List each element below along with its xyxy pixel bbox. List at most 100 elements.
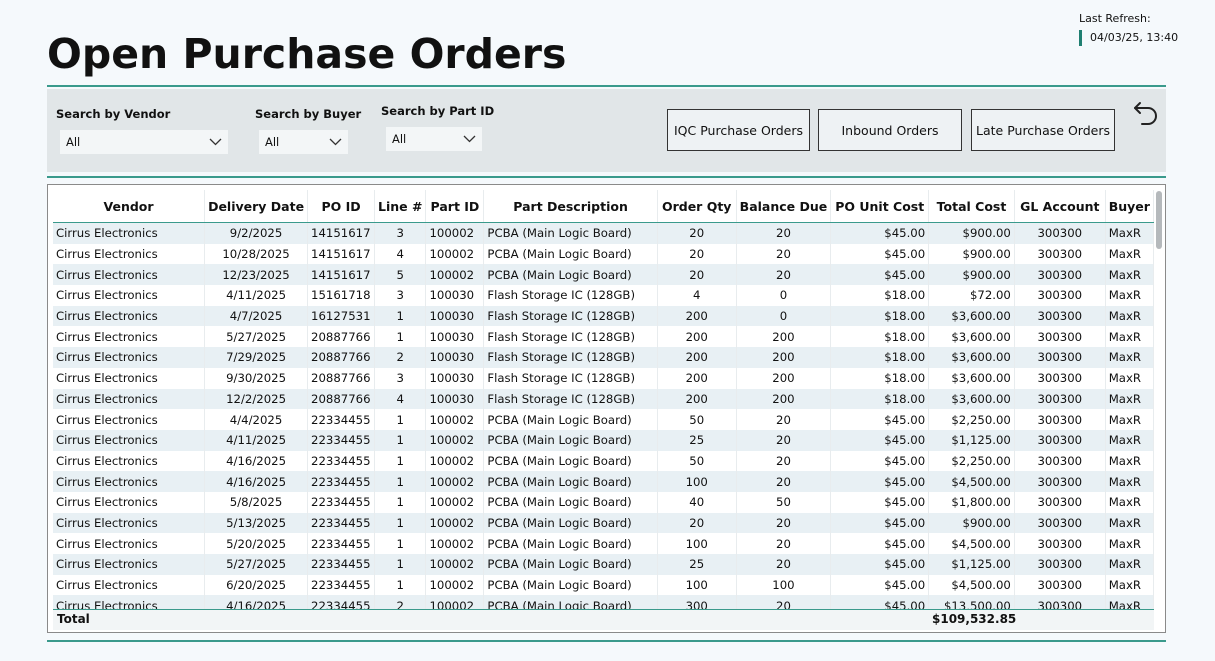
vendor-filter-select[interactable]: All xyxy=(60,130,228,154)
last-refresh-label: Last Refresh: xyxy=(1079,12,1151,25)
column-header-order-qty[interactable]: Order Qty xyxy=(657,190,737,223)
column-header-balance-due[interactable]: Balance Due xyxy=(736,190,832,223)
cell-po-unit-cost: $45.00 xyxy=(830,243,930,265)
cell-gl-account: 300300 xyxy=(1014,388,1106,410)
table-row[interactable]: Cirrus Electronics 9/30/2025 20887766 3 1000… xyxy=(53,367,1155,389)
cell-vendor: Cirrus Electronics xyxy=(53,409,206,430)
late-purchase-orders-button[interactable]: Late Purchase Orders xyxy=(971,109,1115,151)
table-row[interactable]: Cirrus Electronics 4/16/2025 22334455 1 1000… xyxy=(53,450,1155,472)
cell-part-id: 100030 xyxy=(425,347,485,368)
iqc-purchase-orders-button[interactable]: IQC Purchase Orders xyxy=(667,109,810,151)
table-row[interactable]: Cirrus Electronics 4/7/2025 16127531 1 10003… xyxy=(53,305,1155,327)
cell-part-description: PCBA (Main Logic Board) xyxy=(483,264,658,286)
cell-po-id: 22334455 xyxy=(307,409,376,430)
table-row[interactable]: Cirrus Electronics 5/8/2025 22334455 1 10000… xyxy=(53,491,1155,513)
cell-part-id: 100030 xyxy=(425,388,485,410)
table-row[interactable]: Cirrus Electronics 9/2/2025 14151617 3 10000… xyxy=(53,222,1155,244)
cell-balance-due: 20 xyxy=(736,450,832,472)
total-row: Total $109,532.85 xyxy=(53,609,1154,630)
cell-line-number: 1 xyxy=(374,409,427,430)
cell-order-qty: 50 xyxy=(657,409,737,430)
page-title: Open Purchase Orders xyxy=(47,30,567,78)
cell-po-unit-cost: $18.00 xyxy=(830,347,930,368)
vertical-scrollbar[interactable] xyxy=(1156,190,1162,604)
buyer-filter-select[interactable]: All xyxy=(259,130,348,154)
cell-gl-account: 300300 xyxy=(1014,285,1106,306)
cell-buyer: MaxR xyxy=(1105,409,1155,430)
vendor-filter-value: All xyxy=(66,135,81,149)
table-row[interactable]: Cirrus Electronics 4/4/2025 22334455 1 10000… xyxy=(53,409,1155,430)
vendor-filter-label: Search by Vendor xyxy=(56,107,171,121)
cell-part-id: 100002 xyxy=(425,222,485,244)
table-row[interactable]: Cirrus Electronics 5/27/2025 20887766 1 1000… xyxy=(53,326,1155,348)
cell-vendor: Cirrus Electronics xyxy=(53,471,206,492)
cell-delivery-date: 5/27/2025 xyxy=(204,326,309,348)
table-row[interactable]: Cirrus Electronics 6/20/2025 22334455 1 1000… xyxy=(53,574,1155,596)
cell-balance-due: 20 xyxy=(736,429,832,451)
cell-po-unit-cost: $45.00 xyxy=(830,222,930,244)
cell-order-qty: 200 xyxy=(657,388,737,410)
cell-gl-account: 300300 xyxy=(1014,554,1106,575)
cell-total-cost: $900.00 xyxy=(928,264,1015,286)
cell-part-description: Flash Storage IC (128GB) xyxy=(483,367,658,389)
cell-line-number: 4 xyxy=(374,243,427,265)
cell-order-qty: 200 xyxy=(657,326,737,348)
column-header-line-number[interactable]: Line # xyxy=(374,190,427,223)
cell-po-id: 22334455 xyxy=(307,491,376,513)
table-row[interactable]: Cirrus Electronics 10/28/2025 14151617 4 100… xyxy=(53,243,1155,265)
cell-line-number: 1 xyxy=(374,429,427,451)
cell-delivery-date: 4/11/2025 xyxy=(204,429,309,451)
column-header-delivery-date[interactable]: Delivery Date xyxy=(204,190,309,223)
column-header-total-cost[interactable]: Total Cost xyxy=(928,190,1015,223)
table-row[interactable]: Cirrus Electronics 5/20/2025 22334455 1 1000… xyxy=(53,533,1155,554)
table-row[interactable]: Cirrus Electronics 12/2/2025 20887766 4 1000… xyxy=(53,388,1155,410)
column-header-gl-account[interactable]: GL Account xyxy=(1014,190,1106,223)
table-row[interactable]: Cirrus Electronics 12/23/2025 14151617 5 100… xyxy=(53,264,1155,286)
cell-order-qty: 200 xyxy=(657,305,737,327)
table-row[interactable]: Cirrus Electronics 5/13/2025 22334455 1 1000… xyxy=(53,512,1155,534)
cell-part-description: PCBA (Main Logic Board) xyxy=(483,491,658,513)
cell-po-id: 22334455 xyxy=(307,429,376,451)
cell-balance-due: 20 xyxy=(736,471,832,492)
part-filter-select[interactable]: All xyxy=(386,127,482,151)
undo-arrow-icon[interactable] xyxy=(1131,98,1161,128)
cell-vendor: Cirrus Electronics xyxy=(53,512,206,534)
cell-part-description: PCBA (Main Logic Board) xyxy=(483,574,658,596)
table-row[interactable]: Cirrus Electronics 7/29/2025 20887766 2 1000… xyxy=(53,347,1155,368)
column-header-buyer[interactable]: Buyer xyxy=(1105,190,1155,223)
table-row[interactable]: Cirrus Electronics 4/11/2025 22334455 1 1000… xyxy=(53,429,1155,451)
inbound-orders-button[interactable]: Inbound Orders xyxy=(818,109,962,151)
cell-part-description: Flash Storage IC (128GB) xyxy=(483,305,658,327)
cell-total-cost: $4,500.00 xyxy=(928,533,1015,554)
cell-total-cost: $1,125.00 xyxy=(928,554,1015,575)
cell-gl-account: 300300 xyxy=(1014,512,1106,534)
cell-balance-due: 200 xyxy=(736,326,832,348)
cell-po-unit-cost: $45.00 xyxy=(830,429,930,451)
table-row[interactable]: Cirrus Electronics 4/11/2025 15161718 3 1000… xyxy=(53,285,1155,306)
cell-order-qty: 100 xyxy=(657,471,737,492)
column-header-vendor[interactable]: Vendor xyxy=(53,190,206,223)
column-header-part-description[interactable]: Part Description xyxy=(483,190,658,223)
cell-po-unit-cost: $45.00 xyxy=(830,264,930,286)
cell-part-id: 100030 xyxy=(425,285,485,306)
cell-buyer: MaxR xyxy=(1105,574,1155,596)
column-header-po-id[interactable]: PO ID xyxy=(307,190,376,223)
table-row[interactable]: Cirrus Electronics 4/16/2025 22334455 1 1000… xyxy=(53,471,1155,492)
cell-po-id: 20887766 xyxy=(307,347,376,368)
column-header-part-id[interactable]: Part ID xyxy=(425,190,485,223)
cell-part-id: 100002 xyxy=(425,264,485,286)
cell-po-id: 14151617 xyxy=(307,264,376,286)
cell-po-unit-cost: $18.00 xyxy=(830,285,930,306)
cell-vendor: Cirrus Electronics xyxy=(53,491,206,513)
cell-line-number: 3 xyxy=(374,367,427,389)
column-header-po-unit-cost[interactable]: PO Unit Cost xyxy=(830,190,930,223)
cell-order-qty: 200 xyxy=(657,367,737,389)
cell-po-unit-cost: $18.00 xyxy=(830,388,930,410)
cell-delivery-date: 12/23/2025 xyxy=(204,264,309,286)
cell-total-cost: $4,500.00 xyxy=(928,471,1015,492)
cell-part-id: 100002 xyxy=(425,533,485,554)
cell-total-cost: $72.00 xyxy=(928,285,1015,306)
table-row[interactable]: Cirrus Electronics 5/27/2025 22334455 1 1000… xyxy=(53,554,1155,575)
scrollbar-thumb[interactable] xyxy=(1156,191,1162,249)
cell-po-id: 20887766 xyxy=(307,326,376,348)
